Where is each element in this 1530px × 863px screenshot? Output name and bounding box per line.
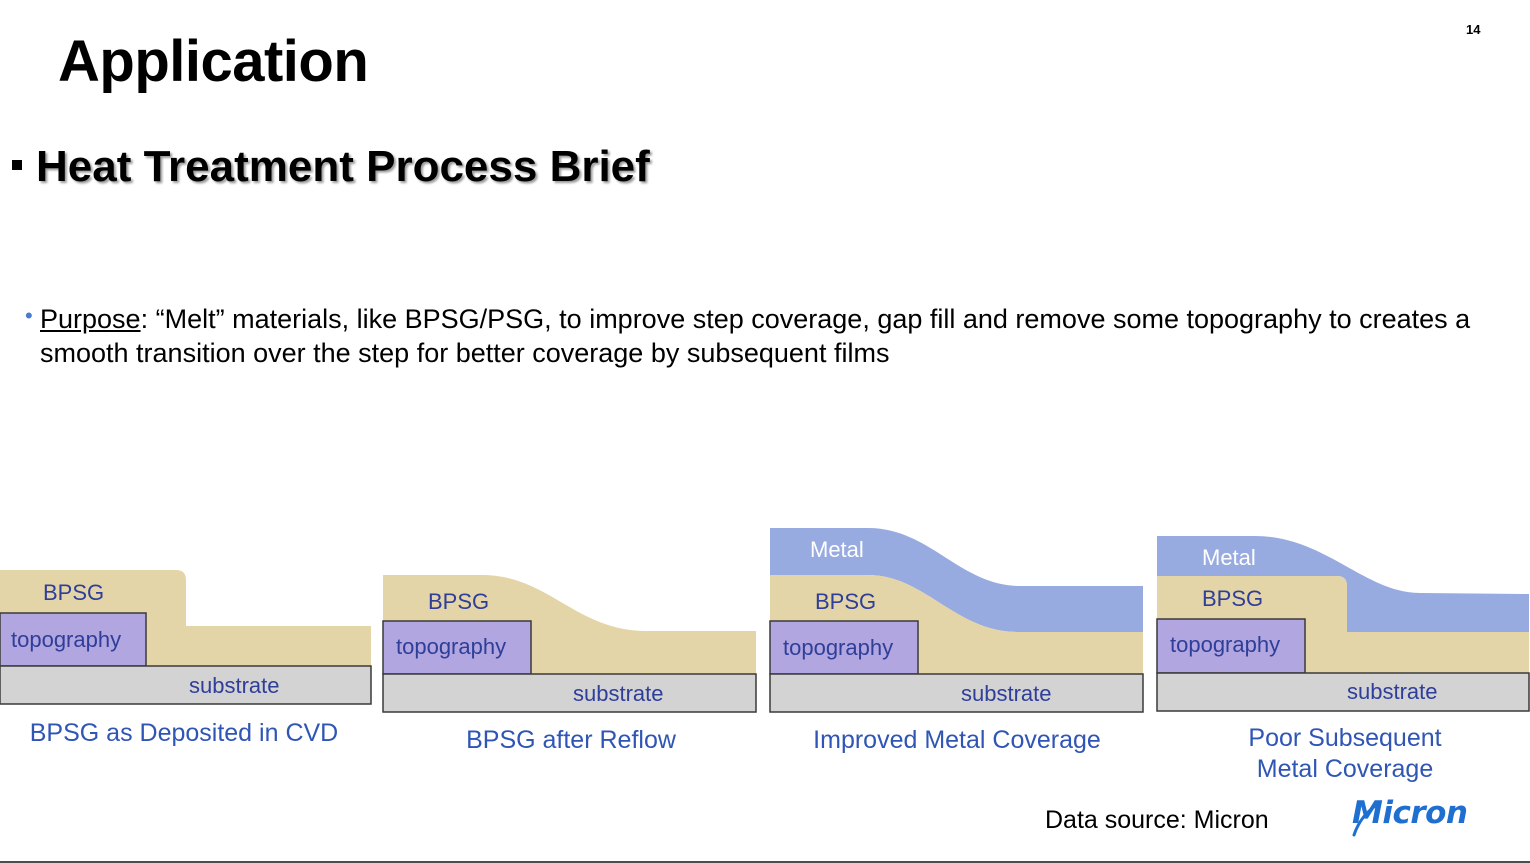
substrate-label: substrate <box>1347 679 1438 704</box>
data-source-text: Data source: Micron <box>1045 806 1269 834</box>
topography-label: topography <box>11 627 121 652</box>
substrate-layer <box>769 673 1144 713</box>
purpose-paragraph: • Purpose: “Melt” materials, like BPSG/PS… <box>25 302 1500 370</box>
slide-title: Application <box>58 29 369 94</box>
section-heading: Heat Treatment Process Brief <box>12 142 650 192</box>
topography-label: topography <box>783 635 893 660</box>
micron-logo: Micron <box>1352 795 1468 837</box>
purpose-label: Purpose <box>40 304 141 334</box>
diagram-as-deposited: BPSG topography substrate BPSG as Deposi… <box>0 570 372 747</box>
micron-swoosh-icon <box>1352 801 1382 837</box>
caption-line: Metal Coverage <box>1257 755 1433 783</box>
bpsg-label: BPSG <box>428 589 489 614</box>
bpsg-label: BPSG <box>1202 586 1263 611</box>
substrate-layer <box>382 673 757 713</box>
diagram-poor-metal: Metal BPSG topography substrate Poor Sub… <box>1156 536 1530 783</box>
topography-label: topography <box>1170 632 1280 657</box>
caption-line: Poor Subsequent <box>1248 724 1441 752</box>
caption-line: BPSG as Deposited in CVD <box>30 719 338 747</box>
substrate-layer <box>1156 672 1530 712</box>
purpose-text: : “Melt” materials, like BPSG/PSG, to im… <box>40 304 1471 368</box>
substrate-label: substrate <box>573 681 664 706</box>
section-heading-text: Heat Treatment Process Brief <box>36 142 650 191</box>
reflow-diagrams: BPSG topography substrate BPSG as Deposi… <box>0 528 1530 783</box>
substrate-label: substrate <box>189 673 280 698</box>
bpsg-label: BPSG <box>815 589 876 614</box>
square-bullet-icon <box>12 160 22 171</box>
substrate-label: substrate <box>961 681 1052 706</box>
page-number: 14 <box>1466 22 1481 37</box>
caption-line: BPSG after Reflow <box>466 726 677 754</box>
topography-label: topography <box>396 634 506 659</box>
bpsg-label: BPSG <box>43 580 104 605</box>
metal-label: Metal <box>1202 545 1256 570</box>
caption-line: Improved Metal Coverage <box>813 726 1101 754</box>
bullet-icon: • <box>25 303 33 328</box>
diagram-after-reflow: BPSG topography substrate BPSG after Ref… <box>382 575 757 754</box>
metal-label: Metal <box>810 537 864 562</box>
substrate-layer <box>0 665 372 705</box>
diagram-improved-metal: Metal BPSG topography substrate Improved… <box>769 528 1144 754</box>
